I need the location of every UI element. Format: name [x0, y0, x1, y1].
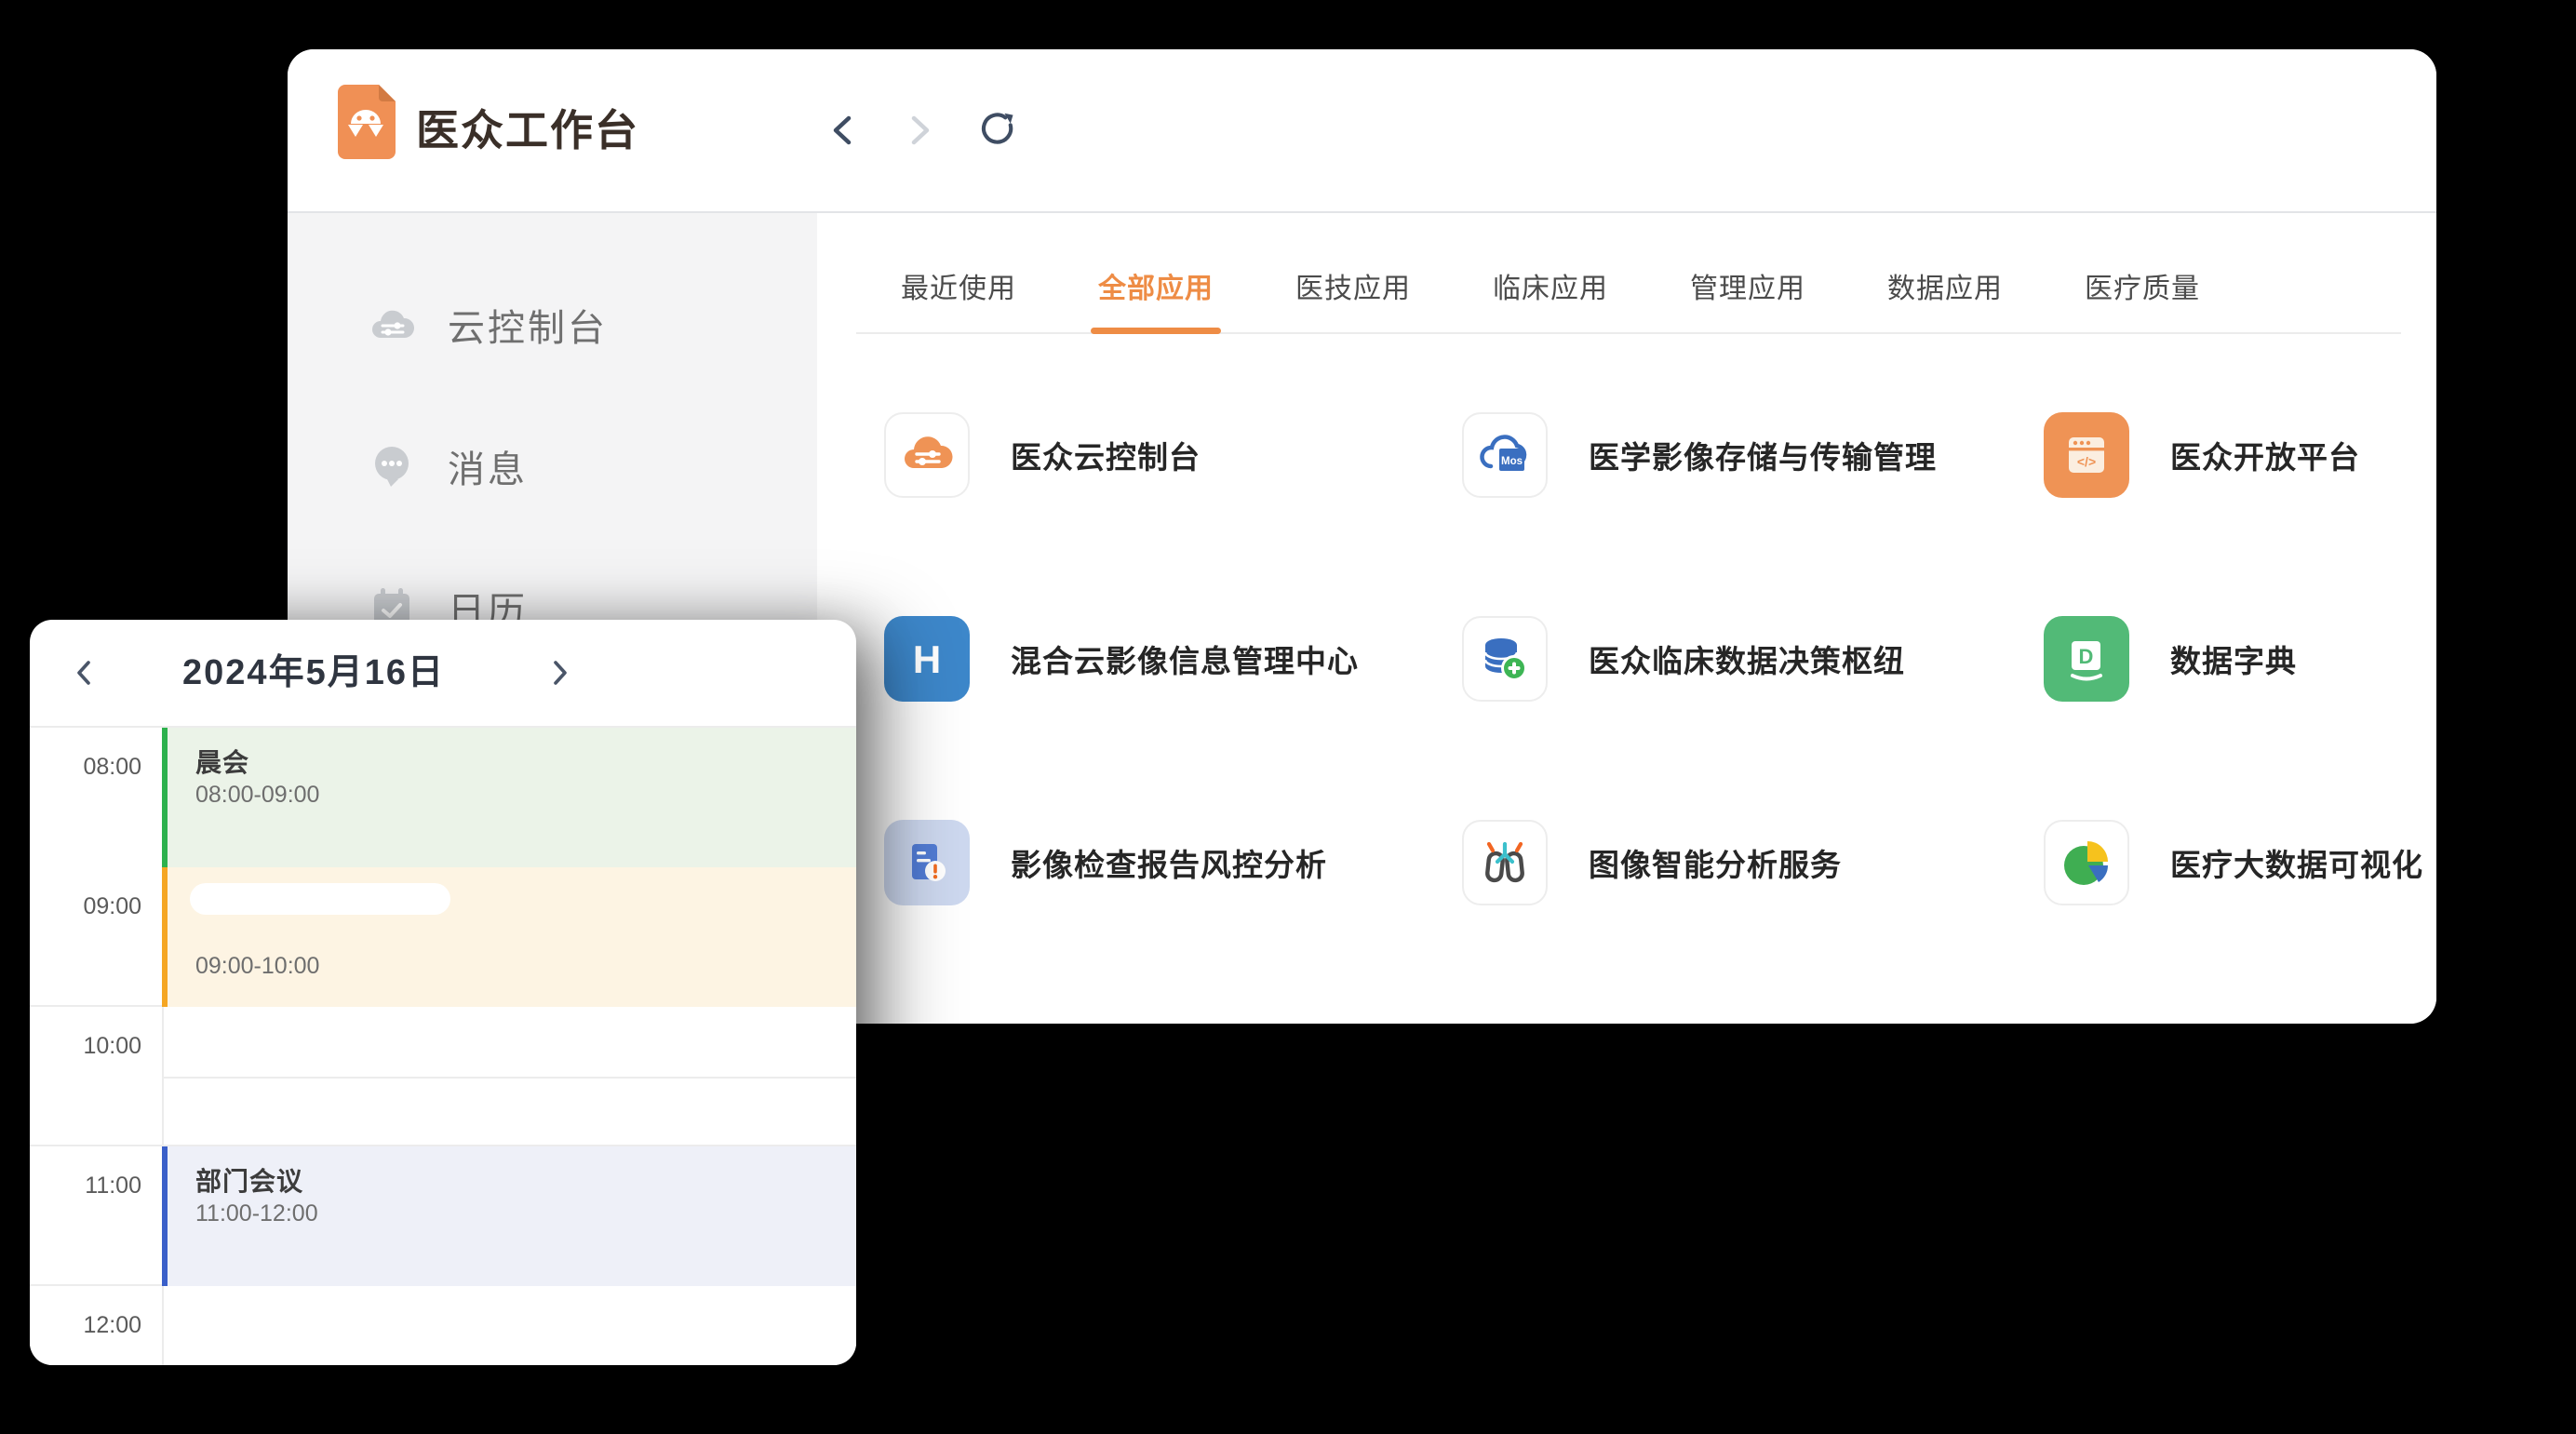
lungs-icon — [1462, 820, 1548, 905]
app-big-data-visualization[interactable]: 医疗大数据可视化 — [2044, 820, 2423, 905]
cloud-sliders-icon — [369, 302, 414, 347]
tab-medtech-apps[interactable]: 医技应用 — [1295, 265, 1411, 332]
app-data-dictionary[interactable]: D 数据字典 — [2044, 616, 2297, 702]
app-cloud-console[interactable]: 医众云控制台 — [884, 412, 1201, 498]
time-label: 08:00 — [30, 754, 141, 781]
calendar-grid: 08:00 09:00 10:00 11:00 12:00 晨会 08:00-0… — [30, 728, 856, 1365]
calendar-event-morning-meeting[interactable]: 晨会 08:00-09:00 — [162, 728, 856, 867]
svg-text:H: H — [913, 637, 941, 681]
window-header: 医众工作台 — [288, 49, 2436, 211]
app-label: 数据字典 — [2170, 637, 2297, 681]
app-label: 医学影像存储与传输管理 — [1589, 433, 1937, 477]
dictionary-book-icon: D — [2044, 616, 2129, 702]
code-window-icon: </> — [2044, 412, 2129, 498]
tabs-bar: 最近使用 全部应用 医技应用 临床应用 管理应用 数据应用 医疗质量 — [856, 213, 2401, 334]
event-title-redacted-pill — [190, 883, 450, 915]
time-label: 11:00 — [30, 1173, 141, 1199]
forward-button[interactable] — [901, 111, 940, 150]
app-label: 图像智能分析服务 — [1589, 840, 1842, 885]
sidebar-item-messages[interactable]: 消息 — [369, 438, 528, 494]
nav-controls — [823, 49, 1018, 211]
app-label: 医众云控制台 — [1011, 433, 1201, 477]
calendar-event-department-meeting[interactable]: 部门会议 11:00-12:00 — [162, 1146, 856, 1286]
blue-cloud-mos-icon: Mos — [1462, 412, 1548, 498]
tab-recent[interactable]: 最近使用 — [901, 265, 1016, 332]
app-label: 混合云影像信息管理中心 — [1011, 637, 1359, 681]
event-title: 晨会 — [195, 743, 249, 780]
pie-chart-icon — [2044, 820, 2129, 905]
tab-quality[interactable]: 医疗质量 — [2085, 265, 2200, 332]
refresh-button[interactable] — [979, 111, 1018, 150]
app-title: 医众工作台 — [416, 49, 639, 211]
app-label: 医疗大数据可视化 — [2170, 840, 2423, 885]
app-label: 医众临床数据决策枢纽 — [1589, 637, 1905, 681]
app-clinical-data-hub[interactable]: 医众临床数据决策枢纽 — [1462, 616, 1905, 702]
app-label: 医众开放平台 — [2170, 433, 2360, 477]
tab-clinical-apps[interactable]: 临床应用 — [1493, 265, 1608, 332]
letter-h-icon: H — [884, 616, 970, 702]
sidebar-item-label: 消息 — [448, 439, 528, 493]
sidebar-item-cloud-console[interactable]: 云控制台 — [369, 297, 608, 353]
calendar-next-button[interactable] — [532, 620, 588, 726]
time-label: 12:00 — [30, 1312, 141, 1339]
time-label: 09:00 — [30, 893, 141, 920]
content-area: 最近使用 全部应用 医技应用 临床应用 管理应用 数据应用 医疗质量 — [817, 213, 2436, 1024]
app-label: 影像检查报告风控分析 — [1011, 840, 1327, 885]
calendar-header: 2024年5月16日 — [30, 620, 856, 728]
calendar-panel: 2024年5月16日 08:00 09:00 10:00 11:00 12:00… — [30, 620, 856, 1365]
app-report-risk-analysis[interactable]: 影像检查报告风控分析 — [884, 820, 1327, 905]
svg-text:D: D — [2079, 645, 2094, 668]
app-image-storage-transfer[interactable]: Mos 医学影像存储与传输管理 — [1462, 412, 1937, 498]
svg-text:Mos: Mos — [1501, 456, 1523, 467]
tab-all-apps[interactable]: 全部应用 — [1098, 265, 1214, 332]
app-logo-icon — [336, 85, 396, 159]
app-open-platform[interactable]: </> 医众开放平台 — [2044, 412, 2360, 498]
event-time: 08:00-09:00 — [195, 782, 319, 809]
orange-cloud-sliders-icon — [884, 412, 970, 498]
back-button[interactable] — [823, 111, 862, 150]
event-time: 09:00-10:00 — [195, 953, 319, 980]
sidebar-item-label: 云控制台 — [448, 298, 608, 352]
svg-text:</>: </> — [2077, 454, 2096, 469]
event-time: 11:00-12:00 — [195, 1200, 318, 1227]
tab-data-apps[interactable]: 数据应用 — [1887, 265, 2003, 332]
calendar-event-redacted[interactable]: 09:00-10:00 — [162, 867, 856, 1007]
tab-management-apps[interactable]: 管理应用 — [1690, 265, 1805, 332]
event-title: 部门会议 — [195, 1161, 303, 1199]
app-hybrid-cloud-imaging[interactable]: H 混合云影像信息管理中心 — [884, 616, 1359, 702]
chat-bubble-icon — [369, 444, 414, 489]
calendar-date: 2024年5月16日 — [86, 620, 542, 726]
active-tab-underline — [1091, 328, 1221, 334]
report-alert-icon — [884, 820, 970, 905]
app-image-ai-analysis[interactable]: 图像智能分析服务 — [1462, 820, 1842, 905]
database-plus-icon — [1462, 616, 1548, 702]
half-hour-gridline — [164, 1077, 856, 1079]
time-label: 10:00 — [30, 1033, 141, 1060]
